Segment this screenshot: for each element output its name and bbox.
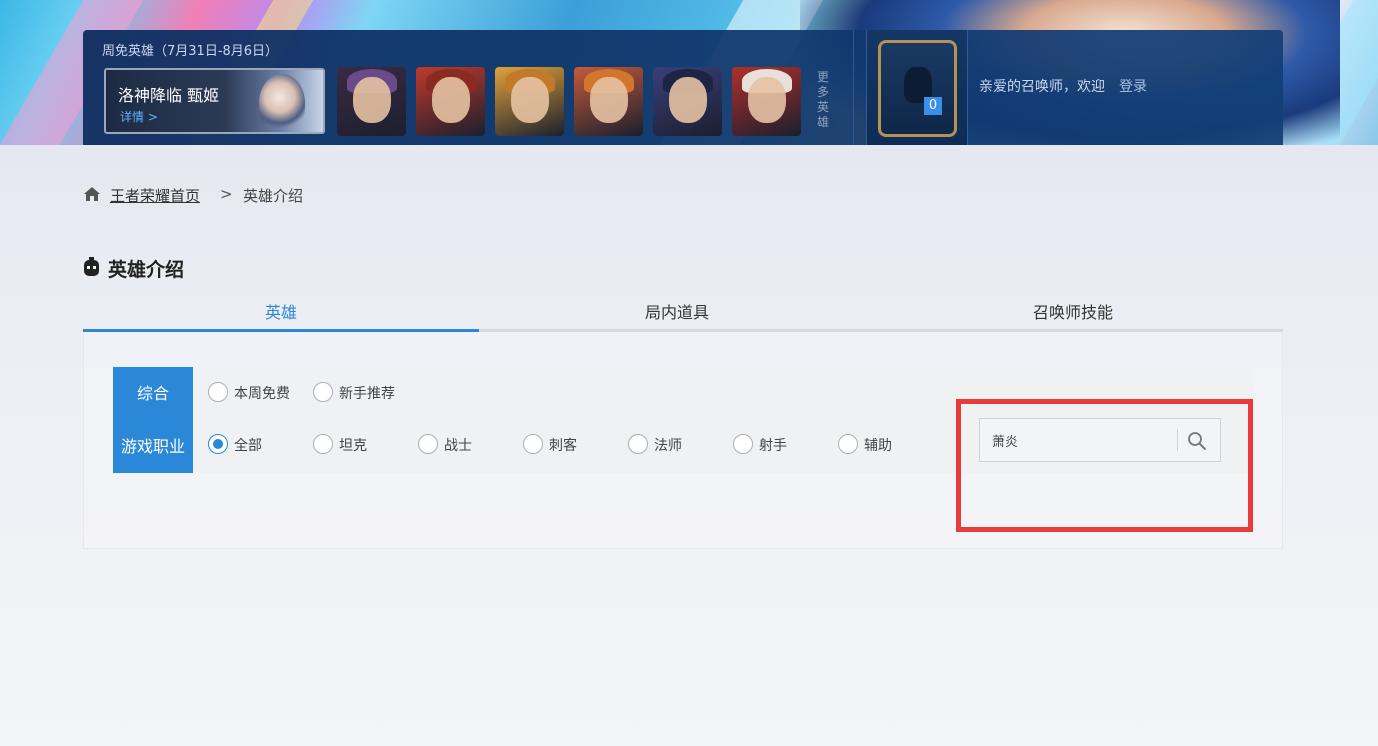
radio-circle[interactable] bbox=[313, 434, 333, 454]
home-icon bbox=[84, 187, 100, 201]
breadcrumb-home-link[interactable]: 王者荣耀首页 bbox=[110, 185, 200, 206]
hero-thumbnail[interactable] bbox=[416, 67, 485, 136]
hero-thumbnail[interactable] bbox=[574, 67, 643, 136]
free-heroes-panel: 周免英雄（7月31日-8月6日） 洛神降临 甄姬 详情 > 更多英雄 0 亲爱的… bbox=[83, 30, 1283, 145]
radio-label: 辅助 bbox=[864, 438, 892, 454]
radio-circle[interactable] bbox=[838, 434, 858, 454]
radio-circle[interactable] bbox=[628, 434, 648, 454]
tab-summoner-skills[interactable]: 召唤师技能 bbox=[875, 298, 1271, 332]
radio-label: 法师 bbox=[654, 438, 682, 454]
radio-circle[interactable] bbox=[523, 434, 543, 454]
welcome-text: 亲爱的召唤师，欢迎 bbox=[979, 79, 1105, 95]
radio-label: 射手 bbox=[759, 438, 787, 454]
radio-circle[interactable] bbox=[208, 434, 228, 454]
avatar[interactable] bbox=[878, 40, 957, 137]
filter-label-general: 综合 bbox=[113, 367, 193, 420]
robot-icon bbox=[84, 257, 99, 276]
hero-thumbnail[interactable] bbox=[495, 67, 564, 136]
user-avatar-box[interactable]: 0 bbox=[866, 30, 968, 145]
radio-label: 本周免费 bbox=[234, 386, 290, 402]
avatar-count-badge: 0 bbox=[924, 97, 942, 115]
login-link[interactable]: 登录 bbox=[1119, 76, 1147, 96]
promo-card[interactable]: 洛神降临 甄姬 详情 > bbox=[104, 68, 325, 134]
hero-thumbnail[interactable] bbox=[732, 67, 801, 136]
radio-circle[interactable] bbox=[208, 382, 228, 402]
radio-circle[interactable] bbox=[418, 434, 438, 454]
top-banner: 周免英雄（7月31日-8月6日） 洛神降临 甄姬 详情 > 更多英雄 0 亲爱的… bbox=[0, 0, 1378, 145]
highlight-box bbox=[956, 399, 1253, 532]
breadcrumb-current: 英雄介绍 bbox=[243, 187, 304, 205]
radio-circle[interactable] bbox=[313, 382, 333, 402]
breadcrumb-separator: > bbox=[220, 185, 233, 203]
more-heroes-link[interactable]: 更多英雄 bbox=[815, 70, 831, 130]
filter-label-role: 游戏职业 bbox=[113, 420, 193, 473]
promo-hero-image bbox=[259, 74, 305, 132]
page-title: 英雄介绍 bbox=[108, 259, 185, 281]
tab-heroes[interactable]: 英雄 bbox=[83, 298, 479, 332]
radio-circle[interactable] bbox=[733, 434, 753, 454]
radio-label: 刺客 bbox=[549, 438, 577, 454]
promo-details-link[interactable]: 详情 > bbox=[120, 108, 158, 125]
hero-thumbnail[interactable] bbox=[653, 67, 722, 136]
radio-label: 全部 bbox=[234, 438, 262, 454]
free-heroes-title: 周免英雄（7月31日-8月6日） bbox=[102, 44, 279, 59]
radio-label: 战士 bbox=[444, 438, 472, 454]
tab-items[interactable]: 局内道具 bbox=[479, 298, 875, 332]
hero-thumbnail[interactable] bbox=[337, 67, 406, 136]
panel-divider bbox=[853, 30, 854, 145]
radio-label: 坦克 bbox=[339, 438, 367, 454]
promo-title: 洛神降临 甄姬 bbox=[118, 86, 220, 105]
category-tabs: 英雄 局内道具 召唤师技能 bbox=[83, 298, 1283, 332]
radio-label: 新手推荐 bbox=[339, 386, 395, 402]
